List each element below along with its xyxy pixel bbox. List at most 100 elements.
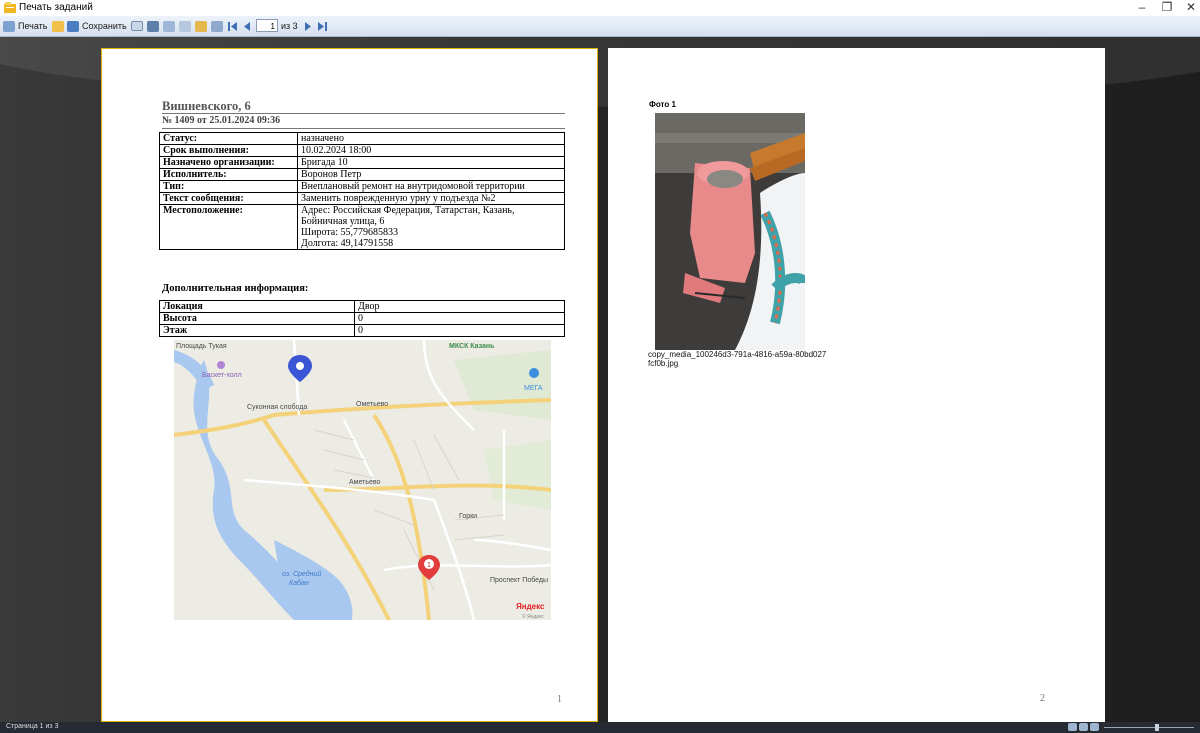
table-row: Текст сообщения: Заменить поврежденную ур…: [159, 192, 565, 205]
multi-page-icon[interactable]: [1090, 723, 1099, 731]
map-label: Кабан: [289, 579, 309, 587]
next-page-button[interactable]: [303, 19, 313, 33]
row-label: Назначено организации:: [163, 157, 275, 168]
print-label: Печать: [18, 21, 48, 31]
photo-title: Фото 1: [649, 100, 676, 109]
row-label: Исполнитель:: [163, 169, 227, 180]
toolbar: Печать Сохранить ▾ 1 из 3: [0, 16, 1200, 37]
table-row: Исполнитель: Воронов Петр: [159, 168, 565, 181]
page-number-input[interactable]: 1: [256, 19, 278, 32]
row-value: Заменить поврежденную урну у подъезда №2: [297, 192, 565, 205]
map-label: Проспект Победы: [490, 576, 548, 584]
row-value: Внеплановый ремонт на внутридомовой терр…: [297, 180, 565, 193]
table-row: Местоположение: Адрес: Российская Федера…: [159, 204, 565, 250]
report-page-1[interactable]: Вишневского, 6 № 1409 от 25.01.2024 09:3…: [101, 48, 598, 722]
extra-info-heading: Дополнительная информация:: [162, 283, 309, 294]
location-label: Местоположение:: [163, 205, 243, 216]
photo-image: [655, 113, 805, 350]
map-label: МЕГА: [524, 385, 543, 392]
task-details-table: Статус: назначено Срок выполнения: 10.02.2…: [159, 132, 565, 250]
layout-button[interactable]: [179, 19, 191, 33]
email-button[interactable]: [131, 19, 143, 33]
next-page-icon: [305, 21, 311, 31]
table-row: Этаж 0: [159, 324, 565, 337]
disk-icon: [67, 20, 79, 32]
location-address-line1: Адрес: Российская Федерация, Татарстан, …: [301, 205, 515, 216]
row-value: Воронов Петр: [297, 168, 565, 181]
zoom-slider[interactable]: [1104, 727, 1194, 728]
find-button[interactable]: [147, 19, 159, 33]
status-bar: Страница 1 из 3: [0, 722, 1200, 733]
map-label: МКСК Казань: [449, 343, 495, 350]
task-number-line: № 1409 от 25.01.2024 09:36: [162, 115, 281, 126]
save-button[interactable]: Сохранить ▾: [67, 19, 135, 33]
table-row: Тип: Внеплановый ремонт на внутридомовой …: [159, 180, 565, 193]
row-label: Локация: [163, 301, 203, 312]
address-heading: Вишневского, 6: [162, 99, 251, 113]
thumbnails-button[interactable]: [211, 19, 223, 33]
row-label: Этаж: [163, 325, 188, 336]
map-label: Аметьево: [349, 479, 381, 486]
page-number: 1: [557, 694, 562, 705]
location-address-line2: Бойничная улица, 6: [301, 216, 385, 227]
last-page-button[interactable]: [316, 19, 328, 33]
map-label: оз. Средний: [282, 570, 321, 578]
photo-caption: copy_media_100246d3-791a-4816-a59a-80bd0…: [648, 350, 827, 368]
printer-icon: [3, 20, 15, 32]
edit-icon: [195, 20, 207, 32]
preview-area[interactable]: Вишневского, 6 № 1409 от 25.01.2024 09:3…: [0, 37, 1200, 722]
close-button[interactable]: ✕: [1177, 0, 1200, 16]
map-marker-number: 1: [427, 562, 431, 569]
row-label: Статус:: [163, 133, 198, 144]
envelope-icon: [131, 21, 143, 31]
previous-page-icon: [244, 21, 250, 31]
table-row: Статус: назначено: [159, 132, 565, 145]
page-count: из 3: [281, 21, 298, 31]
heading-divider: [162, 113, 565, 114]
row-value: Бригада 10: [297, 156, 565, 169]
location-longitude: Долгота: 49,14791558: [301, 238, 394, 249]
map-label: © Яндекс: [522, 613, 544, 620]
app-icon: [4, 2, 16, 13]
page-setup-icon: [163, 20, 175, 32]
extra-info-table: Локация Двор Высота 0 Этаж 0: [159, 300, 565, 337]
row-value: 0: [354, 324, 565, 337]
thumbnails-icon: [211, 20, 223, 32]
zoom-slider-handle[interactable]: [1155, 724, 1159, 731]
window-title: Печать заданий: [19, 2, 93, 13]
map-label: Горки: [459, 513, 477, 520]
previous-page-button[interactable]: [242, 19, 252, 33]
table-row: Назначено организации: Бригада 10: [159, 156, 565, 169]
page-number: 2: [1040, 693, 1045, 704]
map-label: Ометьево: [356, 401, 388, 408]
row-value: 10.02.2024 18:00: [297, 144, 565, 157]
folder-icon: [52, 20, 64, 32]
number-divider: [162, 128, 565, 129]
minimize-button[interactable]: –: [1128, 0, 1156, 16]
map-label: Площадь Тукая: [176, 343, 227, 350]
print-button[interactable]: Печать: [3, 19, 47, 33]
location-latitude: Широта: 55,779685833: [301, 227, 399, 238]
row-value: назначено: [297, 132, 565, 145]
single-page-icon[interactable]: [1068, 723, 1077, 731]
report-page-2[interactable]: Фото 1 copy_media_100246d3-791a-4816-a59…: [608, 48, 1105, 722]
table-row: Высота 0: [159, 312, 565, 325]
first-page-icon: [228, 21, 237, 31]
page-setup-button[interactable]: [163, 19, 175, 33]
view-mode-buttons: [1068, 723, 1099, 731]
row-label: Срок выполнения:: [163, 145, 249, 156]
open-button[interactable]: [52, 19, 64, 33]
title-bar: Печать заданий – ❐ ✕: [0, 0, 1200, 16]
first-page-button[interactable]: [227, 19, 239, 33]
row-label: Высота: [163, 313, 197, 324]
row-value: 0: [354, 312, 565, 325]
table-row: Срок выполнения: 10.02.2024 18:00: [159, 144, 565, 157]
table-row: Локация Двор: [159, 300, 565, 313]
edit-button[interactable]: [195, 19, 207, 33]
two-page-icon[interactable]: [1079, 723, 1088, 731]
binoculars-icon: [147, 20, 159, 32]
layout-icon: [179, 20, 191, 32]
row-label: Текст сообщения:: [163, 193, 244, 204]
page-status: Страница 1 из 3: [6, 723, 59, 730]
map-label: Баскет-холл: [202, 372, 242, 379]
